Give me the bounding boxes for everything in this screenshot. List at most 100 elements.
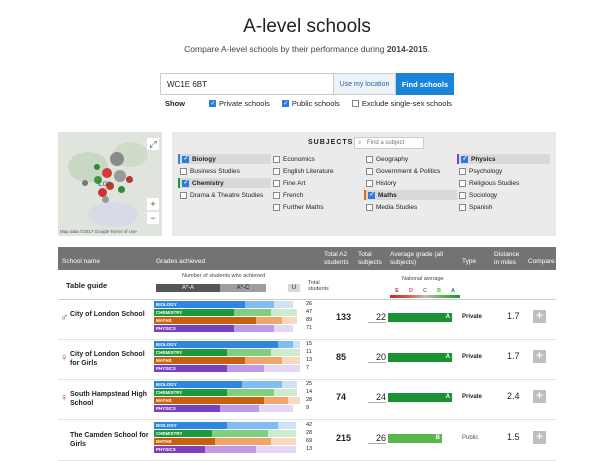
zoom-out-button[interactable]: − [147, 212, 159, 224]
private-schools-checkbox[interactable]: Private schools [209, 99, 270, 108]
subject-search-input[interactable]: ⌕ Find a subject [354, 137, 424, 149]
bar-subject-label: MATHS [156, 318, 172, 323]
postcode-input[interactable] [160, 73, 334, 95]
table-row[interactable]: ♀ City of London School for Girls BIOLOGY 1… [58, 340, 556, 380]
col-average-grade[interactable]: Average grade (all subjects) [390, 251, 450, 267]
checkbox-icon [273, 167, 280, 175]
compare-add-button[interactable]: + [533, 350, 546, 363]
compare-add-button[interactable]: + [533, 431, 546, 444]
grade-bars: BIOLOGY 26 CHEMISTRY 47 MATHS 89 PHYSICS 71 [154, 301, 312, 333]
subject-further-maths[interactable]: Further Maths [271, 202, 364, 212]
show-filters: Show Private schools Public schools Excl… [165, 99, 458, 108]
col-total-a2[interactable]: Total A2 students [324, 251, 354, 267]
total-a2-students: 74 [336, 392, 347, 402]
student-count: 89 [306, 317, 313, 323]
col-distance[interactable]: Distance in miles [494, 251, 526, 267]
student-count: 11 [306, 349, 312, 355]
subject-empty [178, 202, 271, 212]
bar-subject-label: PHYSICS [156, 326, 176, 331]
school-name[interactable]: South Hampstead High School [70, 390, 150, 408]
subject-french[interactable]: French [271, 190, 364, 200]
subject-geography[interactable]: Geography [364, 154, 457, 164]
subject-bar: BIOLOGY 25 [154, 381, 312, 388]
checkbox-icon [351, 100, 359, 107]
col-school-name[interactable]: School name [62, 258, 100, 266]
col-type[interactable]: Type [462, 258, 476, 266]
subject-bar: MATHS 69 [154, 438, 312, 445]
checkbox-icon [366, 155, 373, 163]
grade-c: C [423, 288, 427, 294]
subject-psychology[interactable]: Psychology [457, 166, 550, 176]
checkbox-icon [366, 179, 373, 187]
compare-add-button[interactable]: + [533, 390, 546, 403]
col-total-subjects[interactable]: Total subjects [358, 251, 386, 267]
school-name[interactable]: The Camden School for Girls [70, 431, 150, 449]
total-subjects: 26 [368, 433, 386, 444]
compare-add-button[interactable]: + [533, 310, 546, 323]
total-a2-students: 215 [336, 433, 352, 443]
student-count: 47 [306, 309, 313, 315]
checkbox-icon [180, 167, 187, 175]
page-title: A-level schools [243, 16, 371, 37]
subject-history[interactable]: History [364, 178, 457, 188]
total-a2-students: 85 [336, 352, 347, 362]
subject-business-studies[interactable]: Business Studies [178, 166, 271, 176]
checkbox-icon [368, 191, 375, 199]
school-map[interactable]: Lon ⤢ + − Map data ©2017 Google Terms of… [58, 132, 162, 236]
national-average-note: National average [402, 276, 444, 282]
subject-spanish[interactable]: Spanish [457, 202, 550, 212]
subject-drama-theatre-studies[interactable]: Drama & Theatre Studies [178, 190, 271, 200]
subject-government-politics[interactable]: Government & Politics [364, 166, 457, 176]
subject-fine-art[interactable]: Fine Art [271, 178, 364, 188]
subject-chemistry[interactable]: Chemistry [178, 178, 271, 188]
subject-physics[interactable]: Physics [457, 154, 550, 164]
boys-school-icon: ♂ [60, 312, 69, 324]
fullscreen-icon[interactable]: ⤢ [147, 138, 159, 150]
checkbox-icon [366, 167, 373, 175]
girls-school-icon: ♀ [60, 352, 69, 364]
girls-school-icon: ♀ [60, 392, 69, 404]
bar-subject-label: CHEMISTRY [156, 350, 183, 355]
grade-a: A [451, 288, 455, 294]
show-label: Show [165, 99, 185, 108]
table-row[interactable]: The Camden School for Girls BIOLOGY 42 CHEM… [58, 421, 556, 461]
use-my-location-button[interactable]: Use my location [334, 73, 396, 95]
subject-bar: CHEMISTRY 14 [154, 389, 312, 396]
col-compare: Compare [528, 258, 555, 265]
subject-english-literature[interactable]: English Literature [271, 166, 364, 176]
subjects-heading: SUBJECTS [308, 139, 354, 146]
col-grades-achieved[interactable]: Grades achieved [156, 258, 205, 266]
table-row[interactable]: ♂ City of London School BIOLOGY 26 CHEMISTRY… [58, 300, 556, 340]
subject-maths[interactable]: Maths [364, 190, 457, 200]
search-bar: Use my location Find schools [160, 73, 454, 95]
subject-bar: MATHS 28 [154, 397, 312, 404]
checkbox-icon [366, 203, 373, 211]
public-schools-checkbox[interactable]: Public schools [281, 99, 340, 108]
grade-bars: BIOLOGY 25 CHEMISTRY 14 MATHS 28 PHYSICS 9 [154, 381, 312, 413]
zoom-in-button[interactable]: + [147, 198, 159, 210]
bar-subject-label: CHEMISTRY [156, 390, 183, 395]
find-schools-button[interactable]: Find schools [396, 73, 454, 95]
student-count: 13 [306, 446, 313, 452]
subject-economics[interactable]: Economics [271, 154, 364, 164]
exclude-single-sex-checkbox[interactable]: Exclude single-sex schools [351, 99, 452, 108]
bar-subject-label: BIOLOGY [156, 423, 177, 428]
bar-subject-label: BIOLOGY [156, 382, 177, 387]
distance-miles: 1.5 [507, 432, 520, 442]
school-type: Private [462, 314, 483, 320]
subject-media-studies[interactable]: Media Studies [364, 202, 457, 212]
school-name[interactable]: City of London School for Girls [70, 350, 150, 368]
subject-religious-studies[interactable]: Religious Studies [457, 178, 550, 188]
subject-sociology[interactable]: Sociology [457, 190, 550, 200]
grade-scale [390, 295, 460, 298]
subject-list: BiologyEconomicsGeographyPhysics Business… [178, 154, 550, 212]
school-name[interactable]: City of London School [70, 310, 150, 319]
subject-bar: CHEMISTRY 47 [154, 309, 312, 316]
subject-biology[interactable]: Biology [178, 154, 271, 164]
table-row[interactable]: ♀ South Hampstead High School BIOLOGY 25 CHE… [58, 380, 556, 420]
student-count: 28 [306, 430, 313, 436]
distance-miles: 1.7 [507, 311, 520, 321]
subject-bar: PHYSICS 9 [154, 405, 309, 412]
key-a-star-a: A*-A [156, 284, 220, 292]
average-grade-letter: B [435, 435, 440, 441]
